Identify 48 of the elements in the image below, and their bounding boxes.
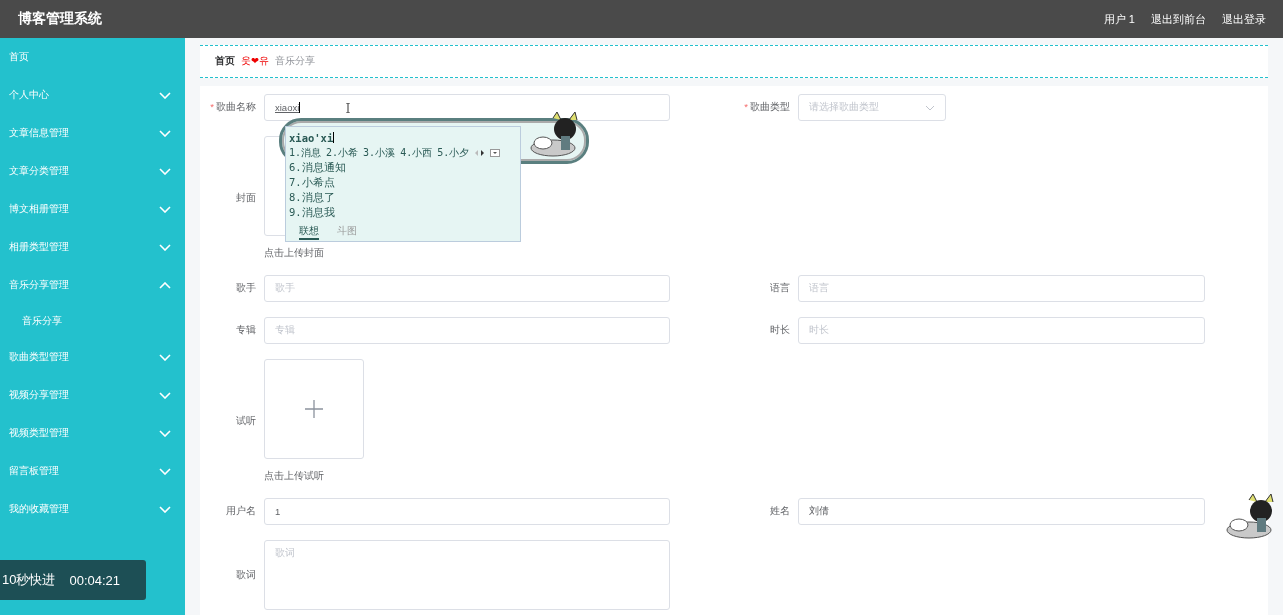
field-label: 歌手 xyxy=(235,282,256,295)
sidebar-item[interactable]: 视频分享管理 xyxy=(0,376,185,414)
sidebar-item[interactable]: 音乐分享管理 xyxy=(0,266,185,304)
ime-candidate[interactable]: 1.消息 xyxy=(289,146,322,160)
header-link[interactable]: 退出到前台 xyxy=(1151,11,1206,27)
field-label: 封面 xyxy=(235,191,256,205)
field-label: * 歌曲名称 xyxy=(209,101,256,114)
input-field[interactable]: 刘倩 xyxy=(798,498,1205,525)
sidebar-item[interactable]: 视频类型管理 xyxy=(0,414,185,452)
ime-candidate[interactable]: 3.小溪 xyxy=(363,146,396,160)
field-label: 时长 xyxy=(769,324,790,337)
sidebar-item[interactable]: 歌曲类型管理 xyxy=(0,338,185,376)
ime-composition: xiao'xi xyxy=(289,131,334,144)
input-field[interactable]: 1 xyxy=(264,498,670,525)
fast-forward-label[interactable]: 10秒快进 xyxy=(2,571,56,589)
field-label: 歌词 xyxy=(235,568,256,582)
breadcrumb-separator: 웃❤유 xyxy=(241,55,269,68)
sidebar-item[interactable]: 文章分类管理 xyxy=(0,152,185,190)
ime-candidate[interactable]: 5.小夕 xyxy=(437,146,470,160)
sidebar-item[interactable]: 个人中心 xyxy=(0,76,185,114)
ime-tab[interactable]: 斗图 xyxy=(337,224,357,240)
ime-candidate[interactable]: 6.消息通知 xyxy=(289,161,517,176)
field-label: 用户名 xyxy=(225,505,256,518)
user-link[interactable]: 用户 1 xyxy=(1103,11,1135,27)
upload-hint: 点击上传封面 xyxy=(264,246,325,260)
upload-hint: 点击上传试听 xyxy=(264,469,325,483)
field-label: * 歌曲类型 xyxy=(743,101,790,114)
sidebar-item[interactable]: 相册类型管理 xyxy=(0,228,185,266)
field-label: 姓名 xyxy=(769,505,790,518)
sidebar-item[interactable]: 我的收藏管理 xyxy=(0,490,185,528)
ime-tab[interactable]: 联想 xyxy=(299,224,319,240)
ime-candidate[interactable]: 4.小西 xyxy=(400,146,433,160)
field-label: 试听 xyxy=(235,414,256,428)
field-label: 专辑 xyxy=(235,324,256,337)
ime-candidate[interactable]: 7.小希点 xyxy=(289,176,517,191)
sidebar-item[interactable]: 文章信息管理 xyxy=(0,114,185,152)
app-title: 博客管理系统 xyxy=(18,10,102,28)
ime-candidate[interactable]: 8.消息了 xyxy=(289,191,517,206)
sidebar-item[interactable]: 博文相册管理 xyxy=(0,190,185,228)
sidebar-item[interactable]: 留言板管理 xyxy=(0,452,185,490)
ime-candidate[interactable]: 2.小希 xyxy=(326,146,359,160)
header-link[interactable]: 退出登录 xyxy=(1222,11,1266,27)
field-label: 语言 xyxy=(769,282,790,295)
sidebar-item[interactable]: 首页 xyxy=(0,38,185,76)
breadcrumb-link[interactable]: 首页 xyxy=(215,55,235,68)
sidebar-subitem[interactable]: 音乐分享 xyxy=(0,304,185,338)
playback-time: 00:04:21 xyxy=(69,572,121,588)
ime-candidate[interactable]: 9.消息我 xyxy=(289,206,517,221)
